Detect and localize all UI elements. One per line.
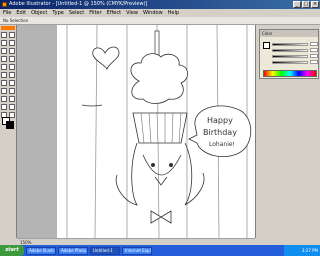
lasso-tool-icon[interactable] <box>9 40 15 46</box>
window-controls: _ □ × <box>293 1 319 8</box>
menu-effect[interactable]: Effect <box>107 9 121 17</box>
toolbox-grip[interactable] <box>1 26 15 30</box>
cyan-slider[interactable] <box>272 43 308 46</box>
gradient-tool-icon[interactable] <box>9 96 15 102</box>
taskbar-item[interactable]: Internet Expl... <box>122 246 152 255</box>
pen-tool-icon[interactable] <box>1 48 7 54</box>
yellow-value[interactable] <box>310 54 318 58</box>
window-title: Adobe Illustrator - [Untitled-1 @ 150% (… <box>9 1 148 7</box>
cupcake-frosting <box>130 53 188 104</box>
magenta-value[interactable] <box>310 48 318 52</box>
menu-edit[interactable]: Edit <box>16 9 26 17</box>
eyedropper-tool-icon[interactable] <box>1 104 7 110</box>
control-bar: No Selection <box>0 17 320 25</box>
menu-object[interactable]: Object <box>31 9 47 17</box>
selection-status: No Selection <box>3 18 29 23</box>
black-value[interactable] <box>310 60 318 64</box>
scale-tool-icon[interactable] <box>9 72 15 78</box>
creature-face <box>142 154 182 176</box>
status-bar: 150% <box>17 238 255 245</box>
cupcake-liner <box>132 112 188 144</box>
artboard[interactable]: Happy Birthday Lohanie! <box>57 25 255 238</box>
rectangle-tool-icon[interactable] <box>9 56 15 62</box>
maximize-button[interactable]: □ <box>302 1 310 8</box>
menu-bar: File Edit Object Type Select Filter Effe… <box>0 9 320 17</box>
title-bar: Adobe Illustrator - [Untitled-1 @ 150% (… <box>0 0 320 9</box>
symbol-sprayer-tool-icon[interactable] <box>1 88 7 94</box>
line-tool-icon[interactable] <box>1 56 7 62</box>
rotate-tool-icon[interactable] <box>1 72 7 78</box>
blend-tool-icon[interactable] <box>9 104 15 110</box>
taskbar-item[interactable]: Adobe Illustr... <box>26 246 56 255</box>
color-chip-icon[interactable] <box>263 42 270 49</box>
menu-help[interactable]: Help <box>168 9 179 17</box>
type-tool-icon[interactable] <box>9 48 15 54</box>
dash-doodle <box>81 104 103 107</box>
creature-eye <box>169 163 173 167</box>
graph-tool-icon[interactable] <box>9 88 15 94</box>
bubble-text-1: Happy <box>207 116 233 125</box>
menu-view[interactable]: View <box>126 9 138 17</box>
black-slider[interactable] <box>272 61 308 64</box>
stroke-swatch-icon[interactable] <box>6 121 14 129</box>
candle <box>154 30 160 58</box>
panel-dock: Color <box>255 25 320 238</box>
magic-wand-tool-icon[interactable] <box>1 40 7 46</box>
color-panel: Color <box>259 29 319 79</box>
bubble-text-3: Lohanie! <box>209 141 235 148</box>
system-tray: 3:27 PM <box>284 245 320 256</box>
warp-tool-icon[interactable] <box>1 80 7 86</box>
free-transform-tool-icon[interactable] <box>9 80 15 86</box>
paintbrush-tool-icon[interactable] <box>1 64 7 70</box>
menu-select[interactable]: Select <box>69 9 84 17</box>
creature-eye <box>151 163 155 167</box>
selection-tool-icon[interactable] <box>1 32 7 38</box>
pencil-tool-icon[interactable] <box>9 64 15 70</box>
illustrator-app-icon <box>2 2 7 7</box>
menu-file[interactable]: File <box>3 9 11 17</box>
minimize-button[interactable]: _ <box>293 1 301 8</box>
start-button[interactable]: start <box>0 245 24 256</box>
creature-mouth <box>154 176 168 186</box>
taskbar: start Adobe Illustr... Adobe Photo... Un… <box>0 245 320 256</box>
illustrator-window: Adobe Illustrator - [Untitled-1 @ 150% (… <box>0 0 320 256</box>
bubble-text-2: Birthday <box>203 128 237 137</box>
document-canvas[interactable]: Happy Birthday Lohanie! <box>17 25 255 238</box>
cyan-value[interactable] <box>310 42 318 46</box>
color-spectrum[interactable] <box>263 70 317 77</box>
creature-body <box>115 142 205 206</box>
taskbar-item[interactable]: Adobe Photo... <box>58 246 88 255</box>
yellow-slider[interactable] <box>272 55 308 58</box>
sketch-drawing: Happy Birthday Lohanie! <box>66 25 252 238</box>
mesh-tool-icon[interactable] <box>1 96 7 102</box>
bow-tie <box>150 210 172 224</box>
menu-type[interactable]: Type <box>52 9 63 17</box>
taskbar-item[interactable]: Untitled-1 <box>90 246 120 255</box>
menu-filter[interactable]: Filter <box>89 9 101 17</box>
menu-window[interactable]: Window <box>143 9 163 17</box>
close-button[interactable]: × <box>311 1 319 8</box>
magenta-slider[interactable] <box>272 49 308 52</box>
clock: 3:27 PM <box>301 248 318 253</box>
toolbox <box>0 25 17 238</box>
direct-selection-tool-icon[interactable] <box>9 32 15 38</box>
tab-color[interactable]: Color <box>260 30 318 37</box>
